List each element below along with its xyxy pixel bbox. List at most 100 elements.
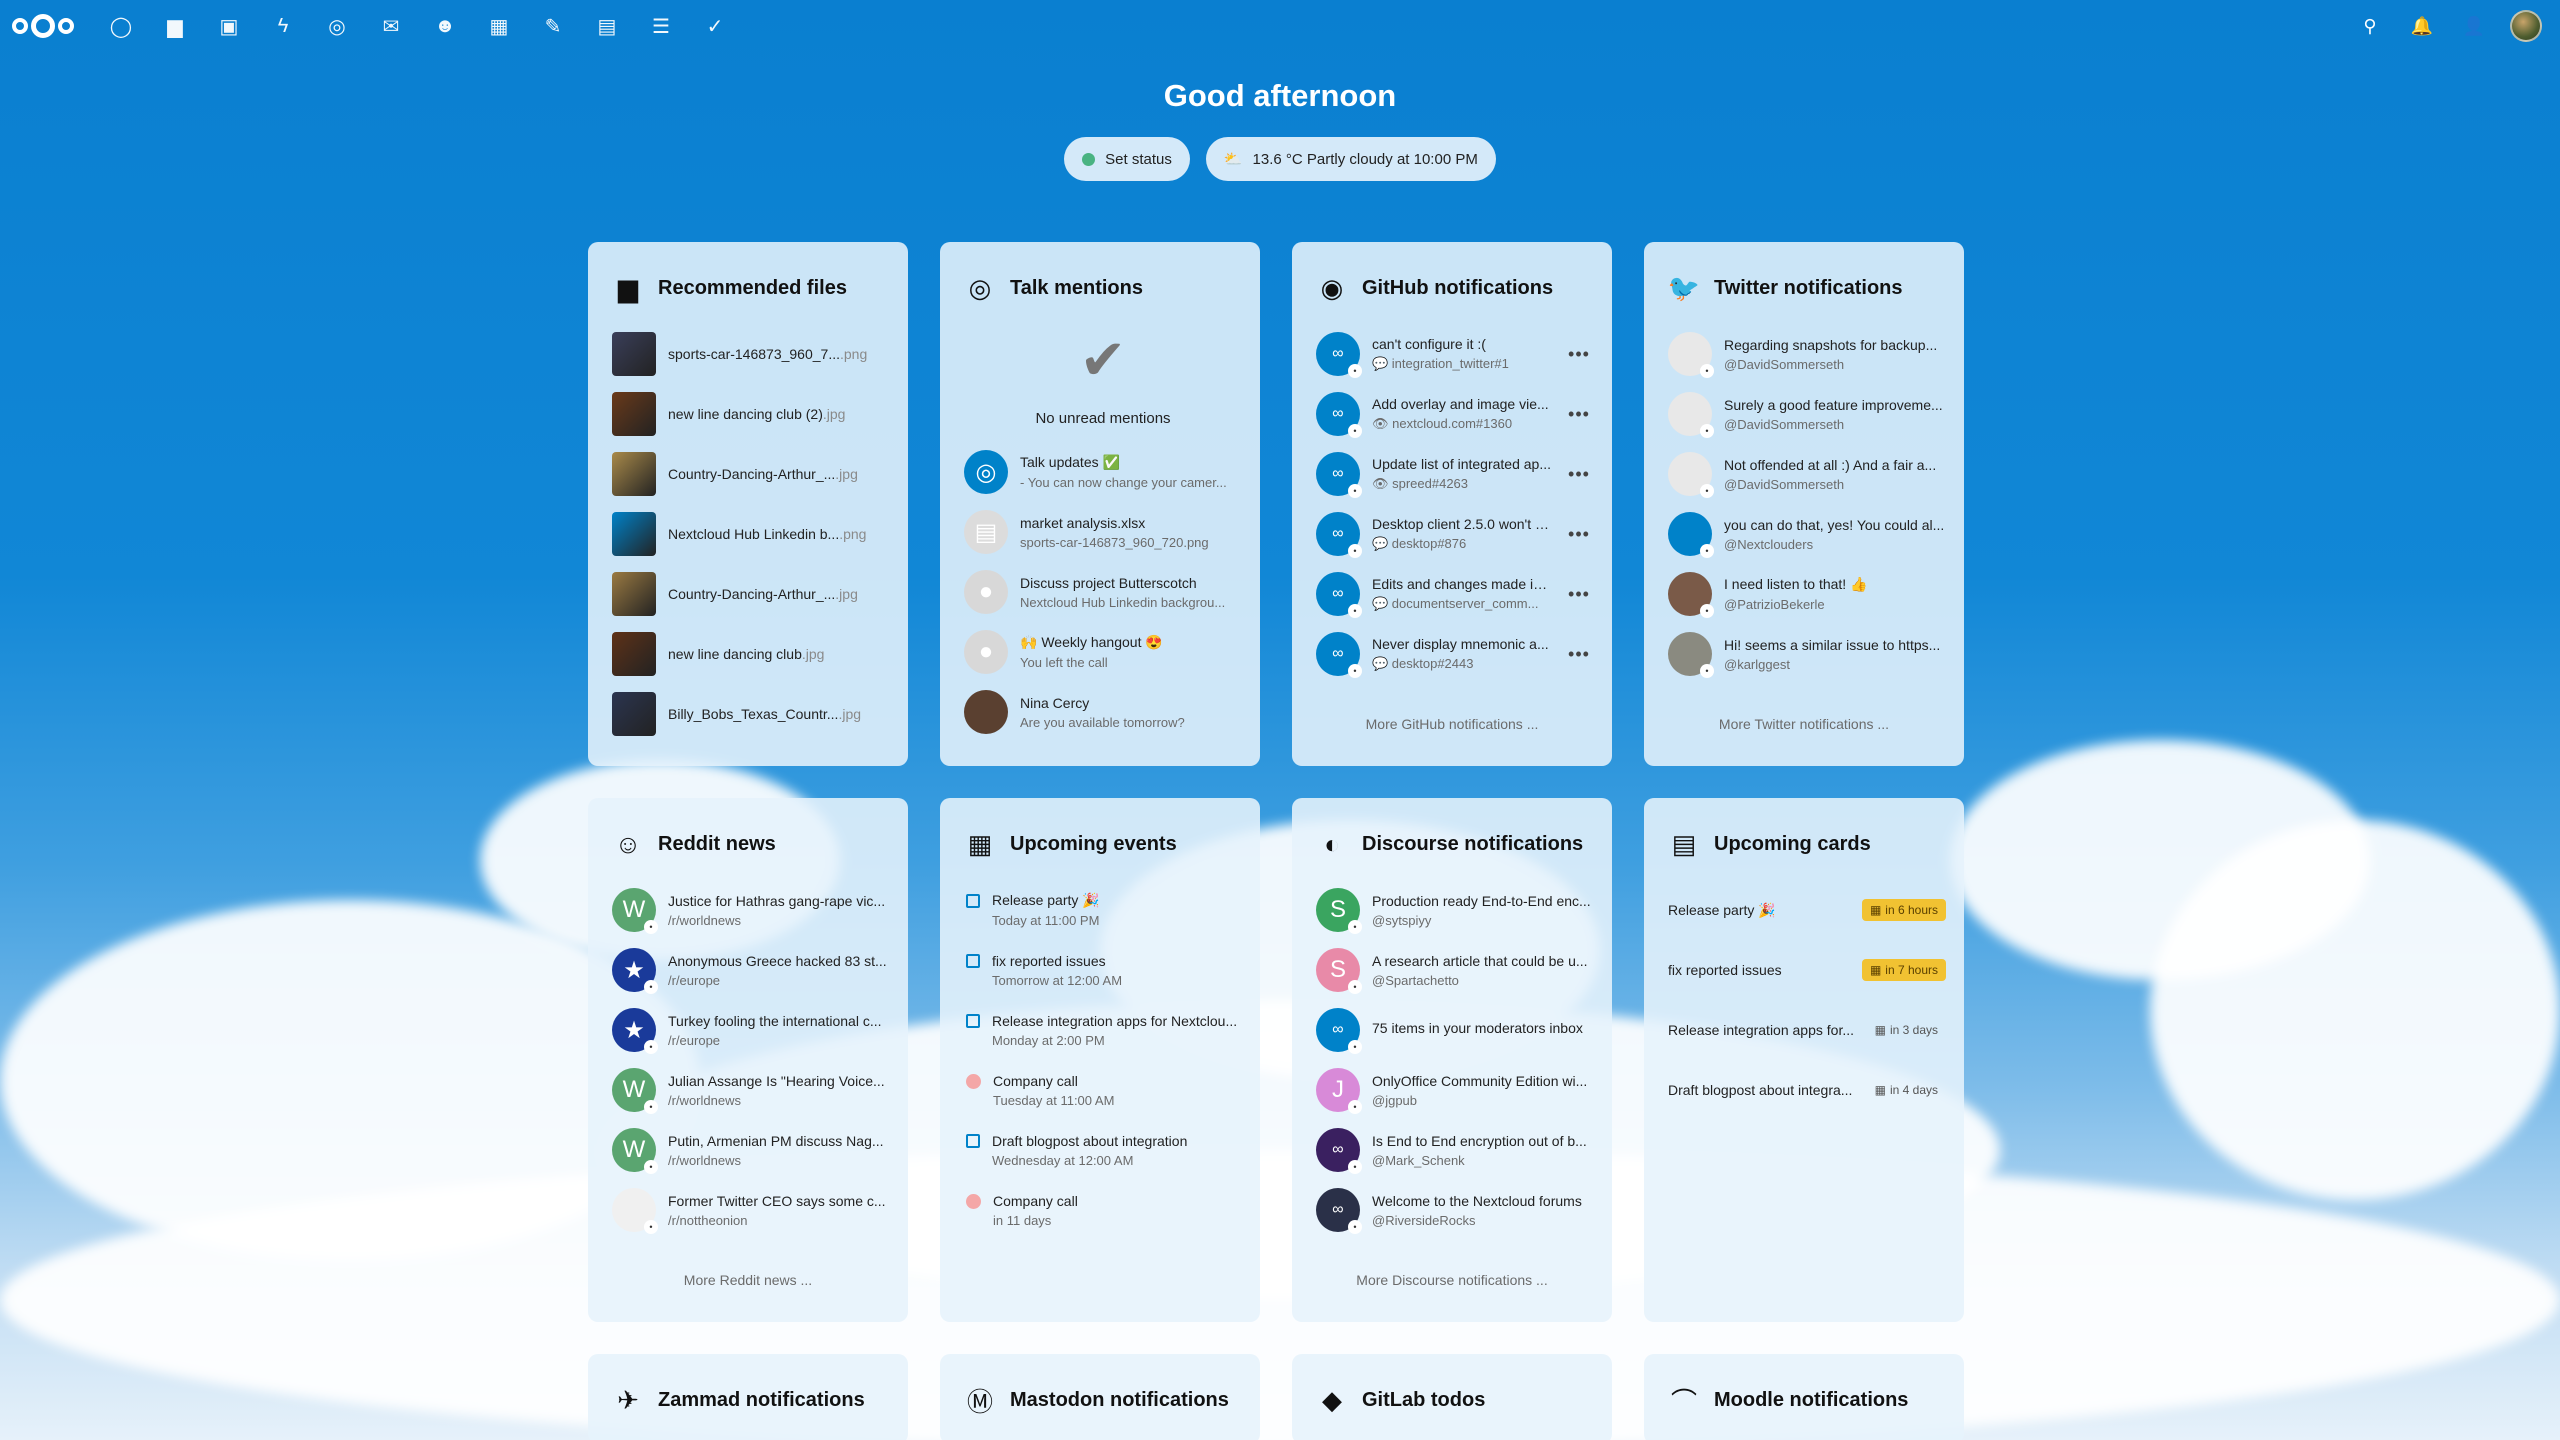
more-discourse-link[interactable]: More Discourse notifications ... [1292,1272,1612,1288]
file-name: Country-Dancing-Arthur_....jpg [668,466,890,482]
file-item[interactable]: new line dancing club.jpg [612,624,890,684]
weather-status-button[interactable]: ⛅ 13.6 °C Partly cloudy at 10:00 PM [1205,137,1496,181]
more-twitter-link[interactable]: More Twitter notifications ... [1644,716,1964,732]
card-item[interactable]: Draft blogpost about integra... ▦ in 4 day… [1668,1060,1946,1120]
more-reddit-link[interactable]: More Reddit news ... [588,1272,908,1288]
github-item[interactable]: ∞ • Add overlay and image vie... 👁 nextclou… [1316,384,1594,444]
empty-content: ✔ No unread mentions [964,324,1242,442]
task-checkbox-icon [966,1134,980,1148]
weather-label: 13.6 °C Partly cloudy at 10:00 PM [1252,150,1478,168]
files-icon[interactable]: ▆ [148,0,202,52]
notes-icon[interactable]: ✎ [526,0,580,52]
more-actions-icon[interactable]: ••• [1564,524,1594,545]
app-navigation: ◯ ▆ ▣ ϟ ◎ ✉ ☻ ▦ ✎ ▤ ☰ ✓ [94,0,742,52]
file-item[interactable]: new line dancing club (2).jpg [612,384,890,444]
file-item[interactable]: sports-car-146873_960_7....png [612,324,890,384]
dashboard-icon[interactable]: ◯ [94,0,148,52]
event-title: Company call [993,1192,1078,1209]
contacts-menu-icon[interactable]: 👤 [2448,0,2500,52]
talk-item[interactable]: ▤ market analysis.xlsx sports-car-146873_9… [964,502,1242,562]
tasks-check-icon[interactable]: ✓ [688,0,742,52]
reddit-item[interactable]: ★ • Anonymous Greece hacked 83 st... /r/eur… [612,940,890,1000]
user-avatar[interactable] [2510,10,2542,42]
discourse-item[interactable]: ∞ • Is End to End encryption out of b... @M… [1316,1120,1594,1180]
deck-icon[interactable]: ▤ [580,0,634,52]
talk-item[interactable]: Nina Cercy Are you available tomorrow? [964,682,1242,742]
avatar: ● [964,630,1008,674]
reddit-item[interactable]: W • Justice for Hathras gang-rape vic... /r… [612,880,890,940]
talk-item[interactable]: ◎ Talk updates ✅ - You can now change your… [964,442,1242,502]
avatar: ● [964,570,1008,614]
tasks-list-icon[interactable]: ☰ [634,0,688,52]
github-item[interactable]: ∞ • Edits and changes made in... 💬 document… [1316,564,1594,624]
talk-icon: ◎ [968,272,992,303]
discourse-item[interactable]: S • Production ready End-to-End enc... @syt… [1316,880,1594,940]
event-item[interactable]: Company call in 11 days [964,1180,1242,1240]
reddit-item[interactable]: ★ • Turkey fooling the international c... /… [612,1000,890,1060]
photos-icon[interactable]: ▣ [202,0,256,52]
discourse-item[interactable]: ∞ • 75 items in your moderators inbox [1316,1000,1594,1060]
calendar-icon[interactable]: ▦ [472,0,526,52]
discourse-item[interactable]: ∞ • Welcome to the Nextcloud forums @Rivers… [1316,1180,1594,1240]
file-name: new line dancing club.jpg [668,646,890,662]
event-item[interactable]: Company call Tuesday at 11:00 AM [964,1060,1242,1120]
dashboard-panels: ▆ Recommended files sports-car-146873_96… [588,242,1968,1440]
item-title: Discuss project Butterscotch [1020,574,1197,591]
twitter-item[interactable]: • I need listen to that! 👍 @PatrizioBekerl… [1668,564,1946,624]
item-title: Desktop client 2.5.0 won't s... [1372,516,1552,532]
status-badge-icon: • [1348,484,1362,498]
notifications-icon[interactable]: 🔔 [2396,0,2448,52]
user-menu[interactable] [2500,0,2552,52]
discourse-item[interactable]: J • OnlyOffice Community Edition wi... @jgp… [1316,1060,1594,1120]
github-item[interactable]: ∞ • Never display mnemonic a... 💬 desktop#2… [1316,624,1594,684]
twitter-item[interactable]: • Hi! seems a similar issue to https... @k… [1668,624,1946,684]
reddit-item[interactable]: W • Julian Assange Is "Hearing Voice... /r/… [612,1060,890,1120]
event-item[interactable]: fix reported issues Tomorrow at 12:00 AM [964,940,1242,1000]
file-item[interactable]: Country-Dancing-Arthur_....jpg [612,444,890,504]
reddit-item[interactable]: • Former Twitter CEO says some c... /r/not… [612,1180,890,1240]
twitter-item[interactable]: • you can do that, yes! You could al... @N… [1668,504,1946,564]
discourse-item[interactable]: S • A research article that could be u... @… [1316,940,1594,1000]
file-item[interactable]: Nextcloud Hub Linkedin b....png [612,504,890,564]
event-item[interactable]: Draft blogpost about integration Wednesda… [964,1120,1242,1180]
event-item[interactable]: Release integration apps for Nextclou...… [964,1000,1242,1060]
file-thumbnail [612,392,656,436]
more-actions-icon[interactable]: ••• [1564,404,1594,425]
more-actions-icon[interactable]: ••• [1564,584,1594,605]
github-item[interactable]: ∞ • Desktop client 2.5.0 won't s... 💬 deskt… [1316,504,1594,564]
search-icon[interactable]: ⚲ [2344,0,2396,52]
github-item[interactable]: ∞ • Update list of integrated ap... 👁 spree… [1316,444,1594,504]
mail-icon[interactable]: ✉ [364,0,418,52]
card-item[interactable]: Release integration apps for... ▦ in 3 day… [1668,1000,1946,1060]
nextcloud-logo[interactable] [12,11,74,41]
twitter-item[interactable]: • Surely a good feature improveme... @Davi… [1668,384,1946,444]
twitter-item[interactable]: • Not offended at all :) And a fair a... @… [1668,444,1946,504]
reddit-item[interactable]: W • Putin, Armenian PM discuss Nag... /r/wo… [612,1120,890,1180]
item-subtitle: @RiversideRocks [1372,1212,1476,1228]
card-item[interactable]: fix reported issues ▦ in 7 hours [1668,940,1946,1000]
more-actions-icon[interactable]: ••• [1564,644,1594,665]
file-basename: new line dancing club [668,646,802,662]
talk-item[interactable]: ● 🙌 Weekly hangout 😍 You left the call [964,622,1242,682]
activity-icon[interactable]: ϟ [256,0,310,52]
avatar: J • [1316,1068,1362,1114]
set-status-button[interactable]: Set status [1064,137,1190,181]
panel-gitlab-todos: ◆ GitLab todos [1292,1354,1612,1440]
item-title: Regarding snapshots for backup... [1724,336,1938,353]
contacts-icon[interactable]: ☻ [418,0,472,52]
item-subtitle: @karlggest [1724,656,1790,672]
more-actions-icon[interactable]: ••• [1564,344,1594,365]
more-github-link[interactable]: More GitHub notifications ... [1292,716,1612,732]
file-item[interactable]: Country-Dancing-Arthur_....jpg [612,564,890,624]
card-item[interactable]: Release party 🎉 ▦ in 6 hours [1668,880,1946,940]
file-item[interactable]: Billy_Bobs_Texas_Countr....jpg [612,684,890,744]
file-name: new line dancing club (2).jpg [668,406,890,422]
github-item[interactable]: ∞ • can't configure it :(💬 integration_twi… [1316,324,1594,384]
event-item[interactable]: Release party 🎉 Today at 11:00 PM [964,880,1242,940]
talk-icon[interactable]: ◎ [310,0,364,52]
card-title: Draft blogpost about integra... [1668,1082,1853,1098]
file-basename: Nextcloud Hub Linkedin b... [668,526,840,542]
talk-item[interactable]: ● Discuss project Butterscotch Nextcloud H… [964,562,1242,622]
more-actions-icon[interactable]: ••• [1564,464,1594,485]
twitter-item[interactable]: • Regarding snapshots for backup... @David… [1668,324,1946,384]
